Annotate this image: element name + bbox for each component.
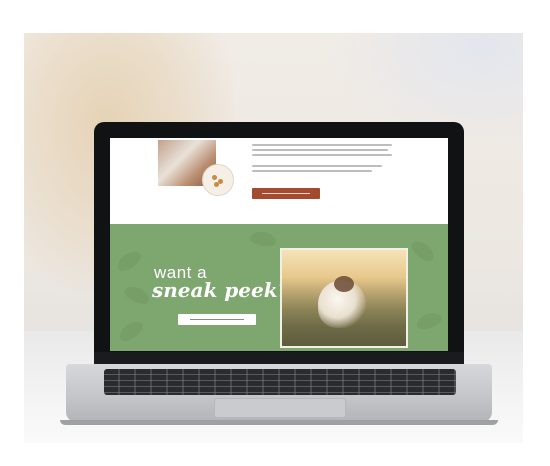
website-top-section	[110, 138, 448, 224]
sneak-peek-button[interactable]	[178, 314, 256, 325]
leaf-decoration	[414, 309, 444, 333]
laptop-screen: want a sneak peek?	[110, 138, 448, 351]
text-line	[252, 170, 372, 172]
leaf-decoration	[408, 237, 438, 265]
leaf-decoration	[114, 247, 144, 275]
floral-badge	[202, 164, 234, 196]
flower-dot	[212, 175, 217, 180]
leaf-decoration	[248, 229, 278, 249]
flower-dot	[214, 182, 219, 187]
keyboard	[104, 369, 456, 395]
couple-hair	[334, 276, 354, 292]
peek-heading-line2: sneak peek?	[152, 278, 290, 302]
book-consultation-button[interactable]	[252, 188, 320, 199]
sneak-peek-section: want a sneak peek?	[110, 224, 448, 351]
text-line	[252, 149, 388, 151]
trackpad	[214, 398, 346, 418]
text-line	[252, 144, 392, 146]
laptop-front-edge	[60, 420, 498, 425]
text-line	[252, 154, 392, 156]
leaf-decoration	[116, 317, 146, 345]
leaf-decoration	[122, 283, 152, 307]
couple-photo	[280, 248, 408, 348]
text-line	[252, 165, 382, 167]
